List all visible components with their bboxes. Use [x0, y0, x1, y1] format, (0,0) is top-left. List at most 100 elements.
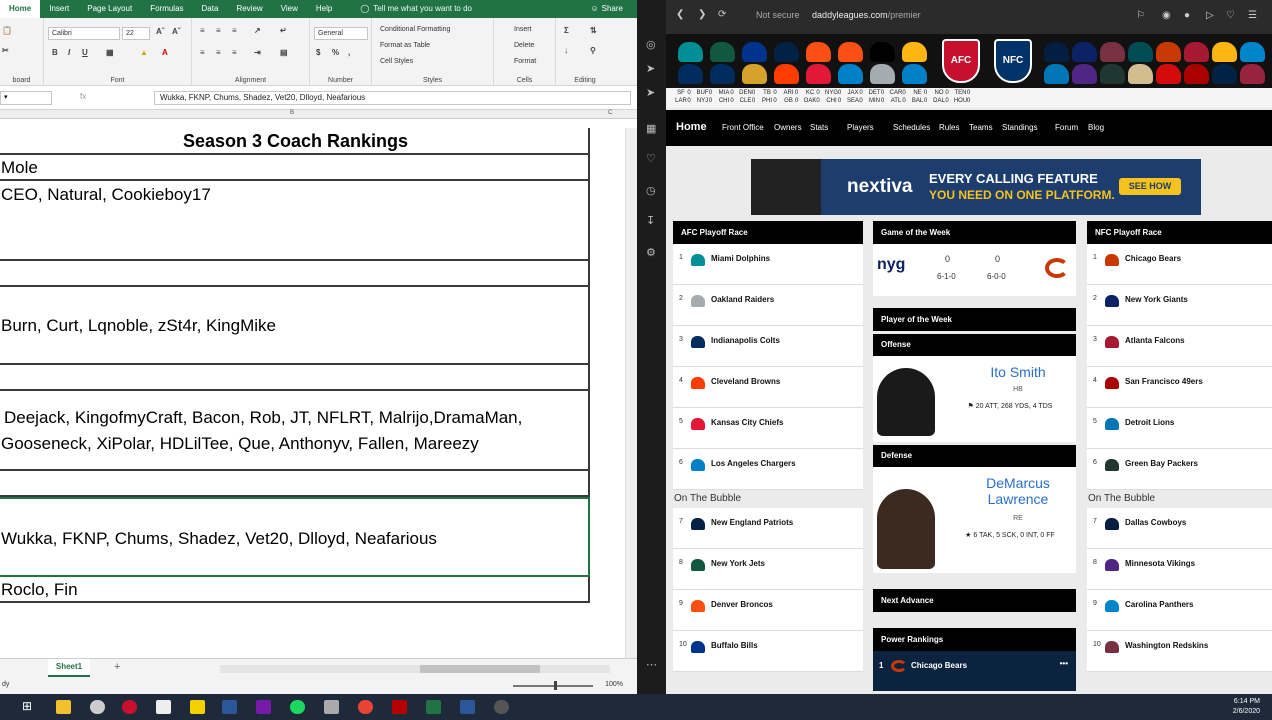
team-helmet-icon[interactable] — [902, 64, 927, 84]
nav-forum[interactable]: Forum — [1055, 123, 1078, 132]
team-name[interactable]: Kansas City Chiefs — [711, 418, 783, 427]
nav-standings[interactable]: Standings — [1002, 123, 1038, 132]
conditional-formatting-button[interactable]: Conditional Formatting — [380, 26, 450, 33]
team-helmet-icon[interactable] — [1044, 64, 1069, 84]
playoff-team-row[interactable]: 7 Dallas Cowboys — [1087, 508, 1272, 549]
address-bar[interactable]: Not secure daddyleagues.com/premier — [756, 10, 921, 20]
playoff-team-row[interactable]: 9 Denver Broncos — [673, 590, 863, 631]
start-icon[interactable]: ⊞ — [22, 699, 32, 713]
forward-icon[interactable]: ❯ — [698, 9, 706, 20]
team-helmet-icon[interactable] — [838, 42, 863, 62]
team-helmet-icon[interactable] — [806, 42, 831, 62]
system-clock[interactable]: 6:14 PM 2/6/2020 — [1233, 697, 1260, 717]
rank-row-1[interactable]: Mole — [0, 155, 590, 181]
nav-rules[interactable]: Rules — [939, 123, 959, 132]
playoff-team-row[interactable]: 2 New York Giants — [1087, 285, 1272, 326]
paste-icon[interactable]: 📋 — [2, 26, 12, 35]
tab-page-layout[interactable]: Page Layout — [78, 0, 141, 18]
play-icon[interactable]: ▷ — [1206, 10, 1214, 21]
team-name[interactable]: Atlanta Falcons — [1125, 336, 1185, 345]
speed-dial-icon[interactable]: ◎ — [646, 38, 656, 51]
tab-view[interactable]: View — [272, 0, 307, 18]
align-top-icon[interactable]: ≡ — [200, 26, 205, 35]
chrome-icon[interactable] — [358, 700, 373, 714]
find-icon[interactable]: ⚲ — [590, 46, 596, 55]
team-helmet-icon[interactable] — [870, 64, 895, 84]
settings-icon[interactable]: ⚙ — [646, 246, 656, 259]
tab-data[interactable]: Data — [193, 0, 228, 18]
menu-icon[interactable]: ☰ — [1248, 10, 1257, 21]
team-helmet-icon[interactable] — [1100, 42, 1125, 62]
app-icon[interactable] — [324, 700, 339, 714]
merge-center-icon[interactable]: ▤ — [280, 48, 288, 57]
team-name[interactable]: Detroit Lions — [1125, 418, 1174, 427]
scroll-thumb[interactable] — [420, 665, 540, 673]
nav-schedules[interactable]: Schedules — [893, 123, 930, 132]
team-helmet-icon[interactable] — [1044, 42, 1069, 62]
team-helmet-icon[interactable] — [742, 42, 767, 62]
team-helmet-icon[interactable] — [1212, 42, 1237, 62]
nav-front-office[interactable]: Front Office — [722, 123, 764, 132]
blank-row[interactable] — [0, 365, 590, 391]
font-name-box[interactable]: Calibri — [48, 27, 120, 40]
blank-row[interactable] — [0, 471, 590, 497]
team-name[interactable]: San Francisco 49ers — [1125, 377, 1203, 386]
tell-me-search[interactable]: ◯ Tell me what you want to do — [351, 0, 481, 18]
italic-button[interactable]: I — [68, 48, 70, 57]
playoff-team-row[interactable]: 5 Kansas City Chiefs — [673, 408, 863, 449]
team-name[interactable]: Buffalo Bills — [711, 641, 758, 650]
playoff-team-row[interactable]: 5 Detroit Lions — [1087, 408, 1272, 449]
back-icon[interactable]: ❮ — [676, 9, 684, 20]
increase-font-icon[interactable]: Aˆ — [156, 27, 164, 36]
team-name[interactable]: New York Giants — [1125, 295, 1188, 304]
team-helmet-icon[interactable] — [774, 64, 799, 84]
team-helmet-icon[interactable] — [870, 42, 895, 62]
team-name[interactable]: Miami Dolphins — [711, 254, 770, 263]
spotify-icon[interactable] — [290, 700, 305, 714]
team-helmet-icon[interactable] — [1240, 42, 1265, 62]
format-as-table-button[interactable]: Format as Table — [380, 42, 430, 49]
game-of-the-week[interactable]: nyg 0 6-1-0 0 6-0-0 — [873, 244, 1076, 296]
download-icon[interactable]: ↧ — [646, 214, 655, 227]
team-name[interactable]: Oakland Raiders — [711, 295, 774, 304]
playoff-team-row[interactable]: 2 Oakland Raiders — [673, 285, 863, 326]
playoff-team-row[interactable]: 6 Los Angeles Chargers — [673, 449, 863, 490]
currency-icon[interactable]: $ — [316, 48, 320, 57]
formula-input[interactable]: Wukka, FKNP, Chums, Shadez, Vet20, Dlloy… — [154, 91, 631, 105]
camera-icon[interactable]: ◉ — [1162, 10, 1171, 21]
tab-help[interactable]: Help — [307, 0, 341, 18]
app-icon[interactable] — [460, 700, 475, 714]
fx-icon[interactable]: fx — [80, 92, 86, 101]
team-helmet-icon[interactable] — [774, 42, 799, 62]
team-name[interactable]: Denver Broncos — [711, 600, 773, 609]
tab-formulas[interactable]: Formulas — [141, 0, 192, 18]
cut-icon[interactable]: ✂ — [2, 46, 9, 55]
team-helmet-icon[interactable] — [806, 64, 831, 84]
playoff-team-row[interactable]: 8 Minnesota Vikings — [1087, 549, 1272, 590]
underline-button[interactable]: U — [82, 48, 88, 57]
playoff-team-row[interactable]: 8 New York Jets — [673, 549, 863, 590]
fill-color-icon[interactable]: ▲ — [140, 48, 148, 57]
offense-player-name[interactable]: Ito Smith — [963, 364, 1073, 380]
team-name[interactable]: Carolina Panthers — [1125, 600, 1193, 609]
team-helmet-icon[interactable] — [1072, 64, 1097, 84]
selected-cell-rank-row-5[interactable]: Wukka, FKNP, Chums, Shadez, Vet20, Dlloy… — [0, 497, 590, 577]
team-name[interactable]: Dallas Cowboys — [1125, 518, 1186, 527]
team-helmet-icon[interactable] — [1072, 42, 1097, 62]
fill-icon[interactable]: ↓ — [564, 46, 568, 55]
team-helmet-icon[interactable] — [1128, 42, 1153, 62]
playoff-team-row[interactable]: 7 New England Patriots — [673, 508, 863, 549]
orientation-icon[interactable]: ↗ — [254, 26, 261, 35]
team-helmet-icon[interactable] — [678, 42, 703, 62]
team-name[interactable]: New England Patriots — [711, 518, 793, 527]
playoff-team-row[interactable]: 3 Atlanta Falcons — [1087, 326, 1272, 367]
reload-icon[interactable]: ⟳ — [718, 9, 726, 20]
team-name[interactable]: Washington Redskins — [1125, 641, 1208, 650]
defense-player-name[interactable]: DeMarcus Lawrence — [963, 475, 1073, 507]
align-bottom-icon[interactable]: ≡ — [232, 26, 237, 35]
app-icon[interactable] — [90, 700, 105, 714]
afc-logo[interactable]: AFC — [942, 39, 980, 83]
sheet-tab-sheet1[interactable]: Sheet1 — [48, 659, 90, 677]
sheet-title-cell[interactable]: Season 3 Coach Rankings — [0, 128, 590, 155]
insert-cells-button[interactable]: Insert — [514, 26, 532, 33]
